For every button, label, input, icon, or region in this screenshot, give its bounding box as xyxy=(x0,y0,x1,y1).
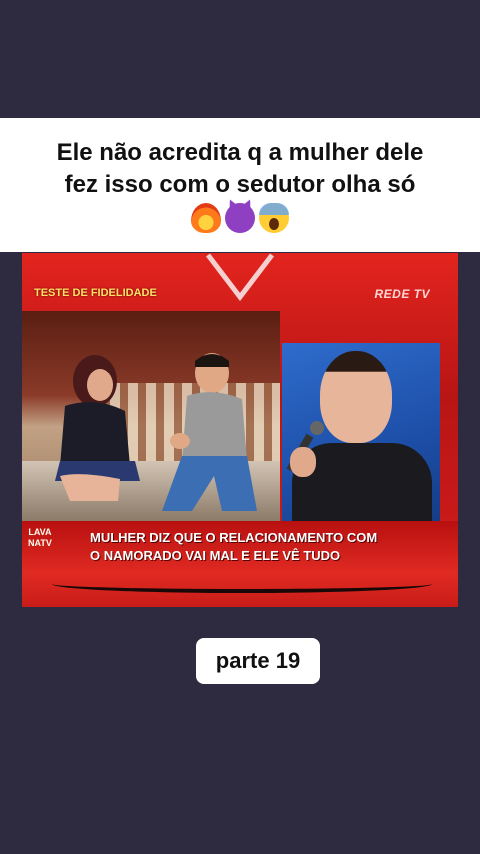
caption-line-1: Ele não acredita q a mulher dele xyxy=(56,139,424,166)
lower-third-line-1: MULHER DIZ QUE O RELACIONAMENTO COM xyxy=(90,530,378,545)
man-figure-icon xyxy=(162,353,257,511)
fire-icon xyxy=(191,203,221,233)
lower-third-logo-line-2: NATV xyxy=(28,538,52,548)
caption-box: Ele não acredita q a mulher dele fez iss… xyxy=(0,118,480,252)
video-frame[interactable]: TESTE DE FIDELIDADE REDE TV LAVA NATV MU… xyxy=(22,253,458,607)
presenter-hand xyxy=(290,447,316,477)
woman-figure-icon xyxy=(55,355,140,501)
presenter-head xyxy=(320,351,392,443)
show-badge: TESTE DE FIDELIDADE xyxy=(34,287,157,299)
couch-scene xyxy=(22,311,280,521)
emoji-row xyxy=(191,203,289,233)
presenter-inset xyxy=(282,343,440,521)
scream-icon xyxy=(259,203,289,233)
microphone-icon xyxy=(310,421,324,435)
lower-third-line-2: O NAMORADO VAI MAL E ELE VÊ TUDO xyxy=(90,548,341,563)
devil-icon xyxy=(225,203,255,233)
lower-third-logo-line-1: LAVA xyxy=(28,527,52,537)
lower-third-logo: LAVA NATV xyxy=(28,527,52,549)
caption-line-2: fez isso com o sedutor olha só xyxy=(64,171,416,198)
bottom-curve xyxy=(52,575,432,593)
studio-v-logo-icon xyxy=(206,253,274,302)
part-label: parte 19 xyxy=(196,638,320,684)
channel-logo: REDE TV xyxy=(374,287,430,301)
lower-third-text: MULHER DIZ QUE O RELACIONAMENTO COM O NA… xyxy=(90,529,377,565)
lower-third: LAVA NATV MULHER DIZ QUE O RELACIONAMENT… xyxy=(22,521,458,573)
